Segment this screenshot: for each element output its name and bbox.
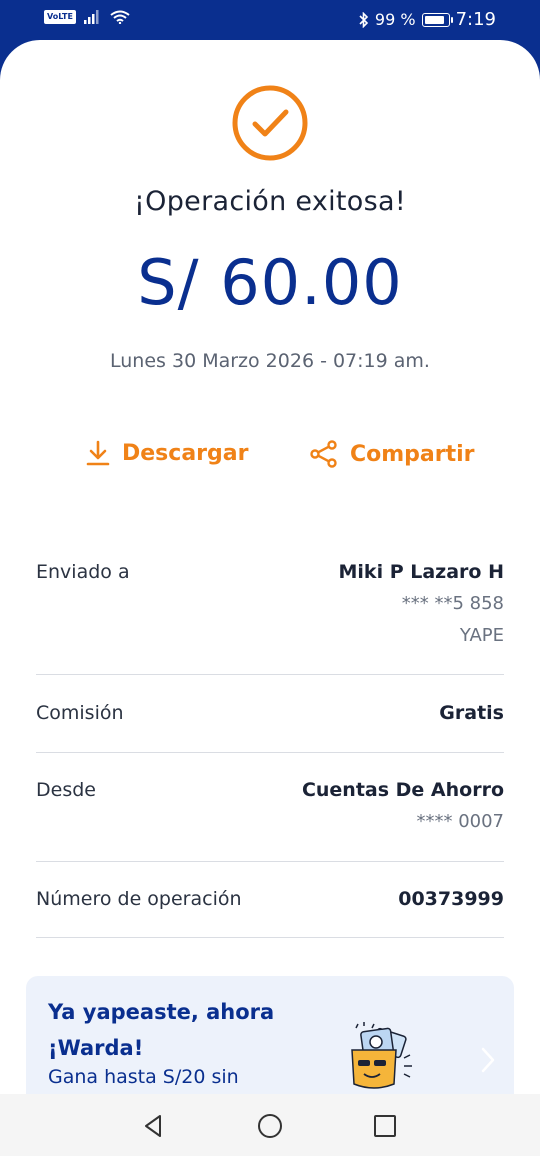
download-button[interactable]: Descargar [86,440,248,466]
home-icon[interactable] [256,1112,284,1140]
status-bar: VoLTE 99 % 7:19 [0,0,540,40]
download-icon [86,440,110,466]
commission-label: Comisión [36,702,124,724]
download-label: Descargar [122,440,249,466]
from-values: Cuentas De Ahorro **** 0007 [302,779,504,843]
amount: S/ 60.00 [137,246,403,319]
receipt-card: ¡Operación exitosa! S/ 60.00 Lunes 30 Ma… [0,40,540,1096]
wallet-illustration-icon [351,1022,412,1089]
sent-to-values: Miki P Lazaro H *** **5 858 YAPE [339,561,504,657]
divider [36,674,504,675]
sent-to-label: Enviado a [36,561,130,583]
back-icon[interactable] [140,1112,168,1140]
commission-values: Gratis [439,702,504,734]
wifi-icon [110,10,130,24]
operation-number-values: 00373999 [398,888,504,920]
operation-datetime: Lunes 30 Marzo 2026 - 07:19 am. [110,350,430,372]
signal-icon [83,10,99,24]
battery-percent: 99 % [374,10,416,29]
clock: 7:19 [455,9,496,30]
recents-icon[interactable] [371,1112,399,1140]
divider [36,861,504,862]
source-account: Cuentas De Ahorro [301,779,504,801]
volte-badge: VoLTE [44,10,76,24]
promo-subtitle: Gana hasta S/20 sin [48,1066,239,1088]
promo-banner[interactable]: Ya yapeaste, ahora ¡Warda! Gana hasta S/… [26,976,514,1096]
battery-icon [421,12,453,27]
operation-number-label: Número de operación [36,888,242,910]
recipient-phone: *** **5 858 [401,593,504,614]
share-label: Compartir [350,441,475,467]
status-left: VoLTE [44,10,130,24]
success-title: ¡Operación exitosa! [134,186,406,217]
promo-title: Ya yapeaste, ahora ¡Warda! [48,1000,275,1060]
system-navigation-bar [0,1094,540,1156]
success-check-icon [232,85,308,161]
recipient-app: YAPE [459,625,504,646]
bluetooth-icon [359,11,369,28]
source-account-number: **** 0007 [416,811,504,832]
divider [36,752,504,753]
divider [36,937,504,938]
recipient-name: Miki P Lazaro H [338,561,504,583]
operation-number: 00373999 [398,888,504,910]
commission-value: Gratis [439,702,504,724]
status-right: 99 % 7:19 [359,9,496,30]
chevron-right-icon [481,1047,495,1073]
share-icon [310,440,337,468]
from-label: Desde [36,779,96,801]
share-button[interactable]: Compartir [310,440,475,468]
